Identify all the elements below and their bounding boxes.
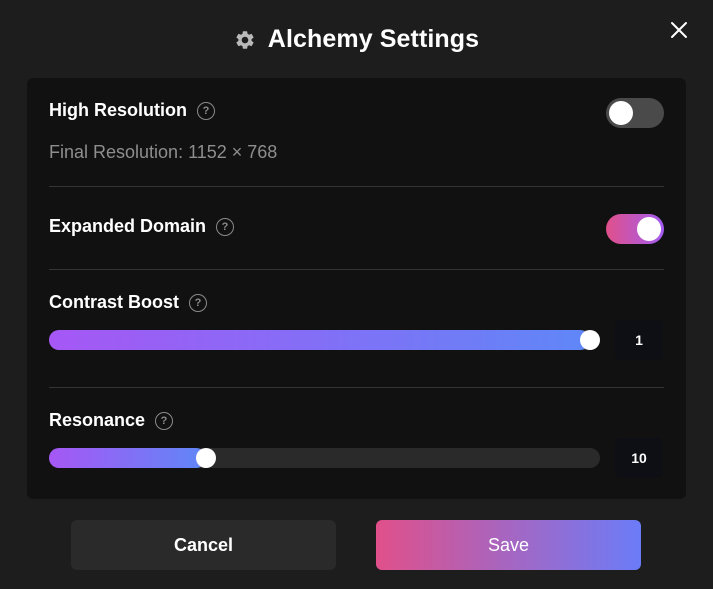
divider — [49, 186, 664, 187]
resonance-value[interactable]: 10 — [615, 438, 663, 478]
cancel-button[interactable]: Cancel — [71, 520, 336, 570]
resonance-slider[interactable] — [49, 448, 600, 468]
contrast-boost-value[interactable]: 1 — [615, 320, 663, 360]
contrast-boost-help-icon[interactable]: ? — [189, 293, 207, 312]
contrast-boost-label: Contrast Boost — [49, 292, 179, 312]
resonance-label: Resonance — [49, 410, 146, 430]
expanded-domain-label: Expanded Domain — [49, 216, 207, 236]
expanded-domain-toggle[interactable] — [606, 214, 664, 244]
high-resolution-help-icon[interactable]: ? — [197, 101, 215, 120]
close-button[interactable] — [669, 20, 689, 40]
divider — [49, 269, 664, 270]
slider-fill — [49, 330, 590, 350]
alchemy-settings-dialog: Alchemy Settings High Resolution ? Final… — [0, 0, 713, 589]
toggle-knob — [637, 217, 661, 241]
expanded-domain-help-icon[interactable]: ? — [216, 217, 235, 236]
gear-icon — [234, 29, 256, 51]
resonance-row: Resonance ? — [49, 410, 174, 431]
slider-thumb[interactable] — [196, 448, 217, 468]
expanded-domain-row: Expanded Domain ? — [49, 216, 235, 237]
toggle-knob — [609, 101, 633, 125]
divider — [49, 387, 664, 388]
close-icon[interactable] — [669, 20, 689, 40]
high-resolution-toggle[interactable] — [606, 98, 664, 128]
resonance-help-icon[interactable]: ? — [155, 411, 174, 430]
contrast-boost-row: Contrast Boost ? — [49, 292, 207, 313]
high-resolution-label: High Resolution — [49, 100, 187, 120]
contrast-boost-slider[interactable] — [49, 330, 600, 350]
final-resolution-text: Final Resolution: 1152 × 768 — [49, 142, 278, 162]
slider-thumb[interactable] — [580, 330, 600, 350]
high-resolution-row: High Resolution ? — [49, 100, 215, 121]
dialog-header: Alchemy Settings — [0, 0, 713, 78]
settings-panel: High Resolution ? Final Resolution: 1152… — [27, 78, 686, 499]
slider-fill — [49, 448, 207, 468]
save-button[interactable]: Save — [376, 520, 641, 570]
dialog-title: Alchemy Settings — [267, 24, 480, 53]
